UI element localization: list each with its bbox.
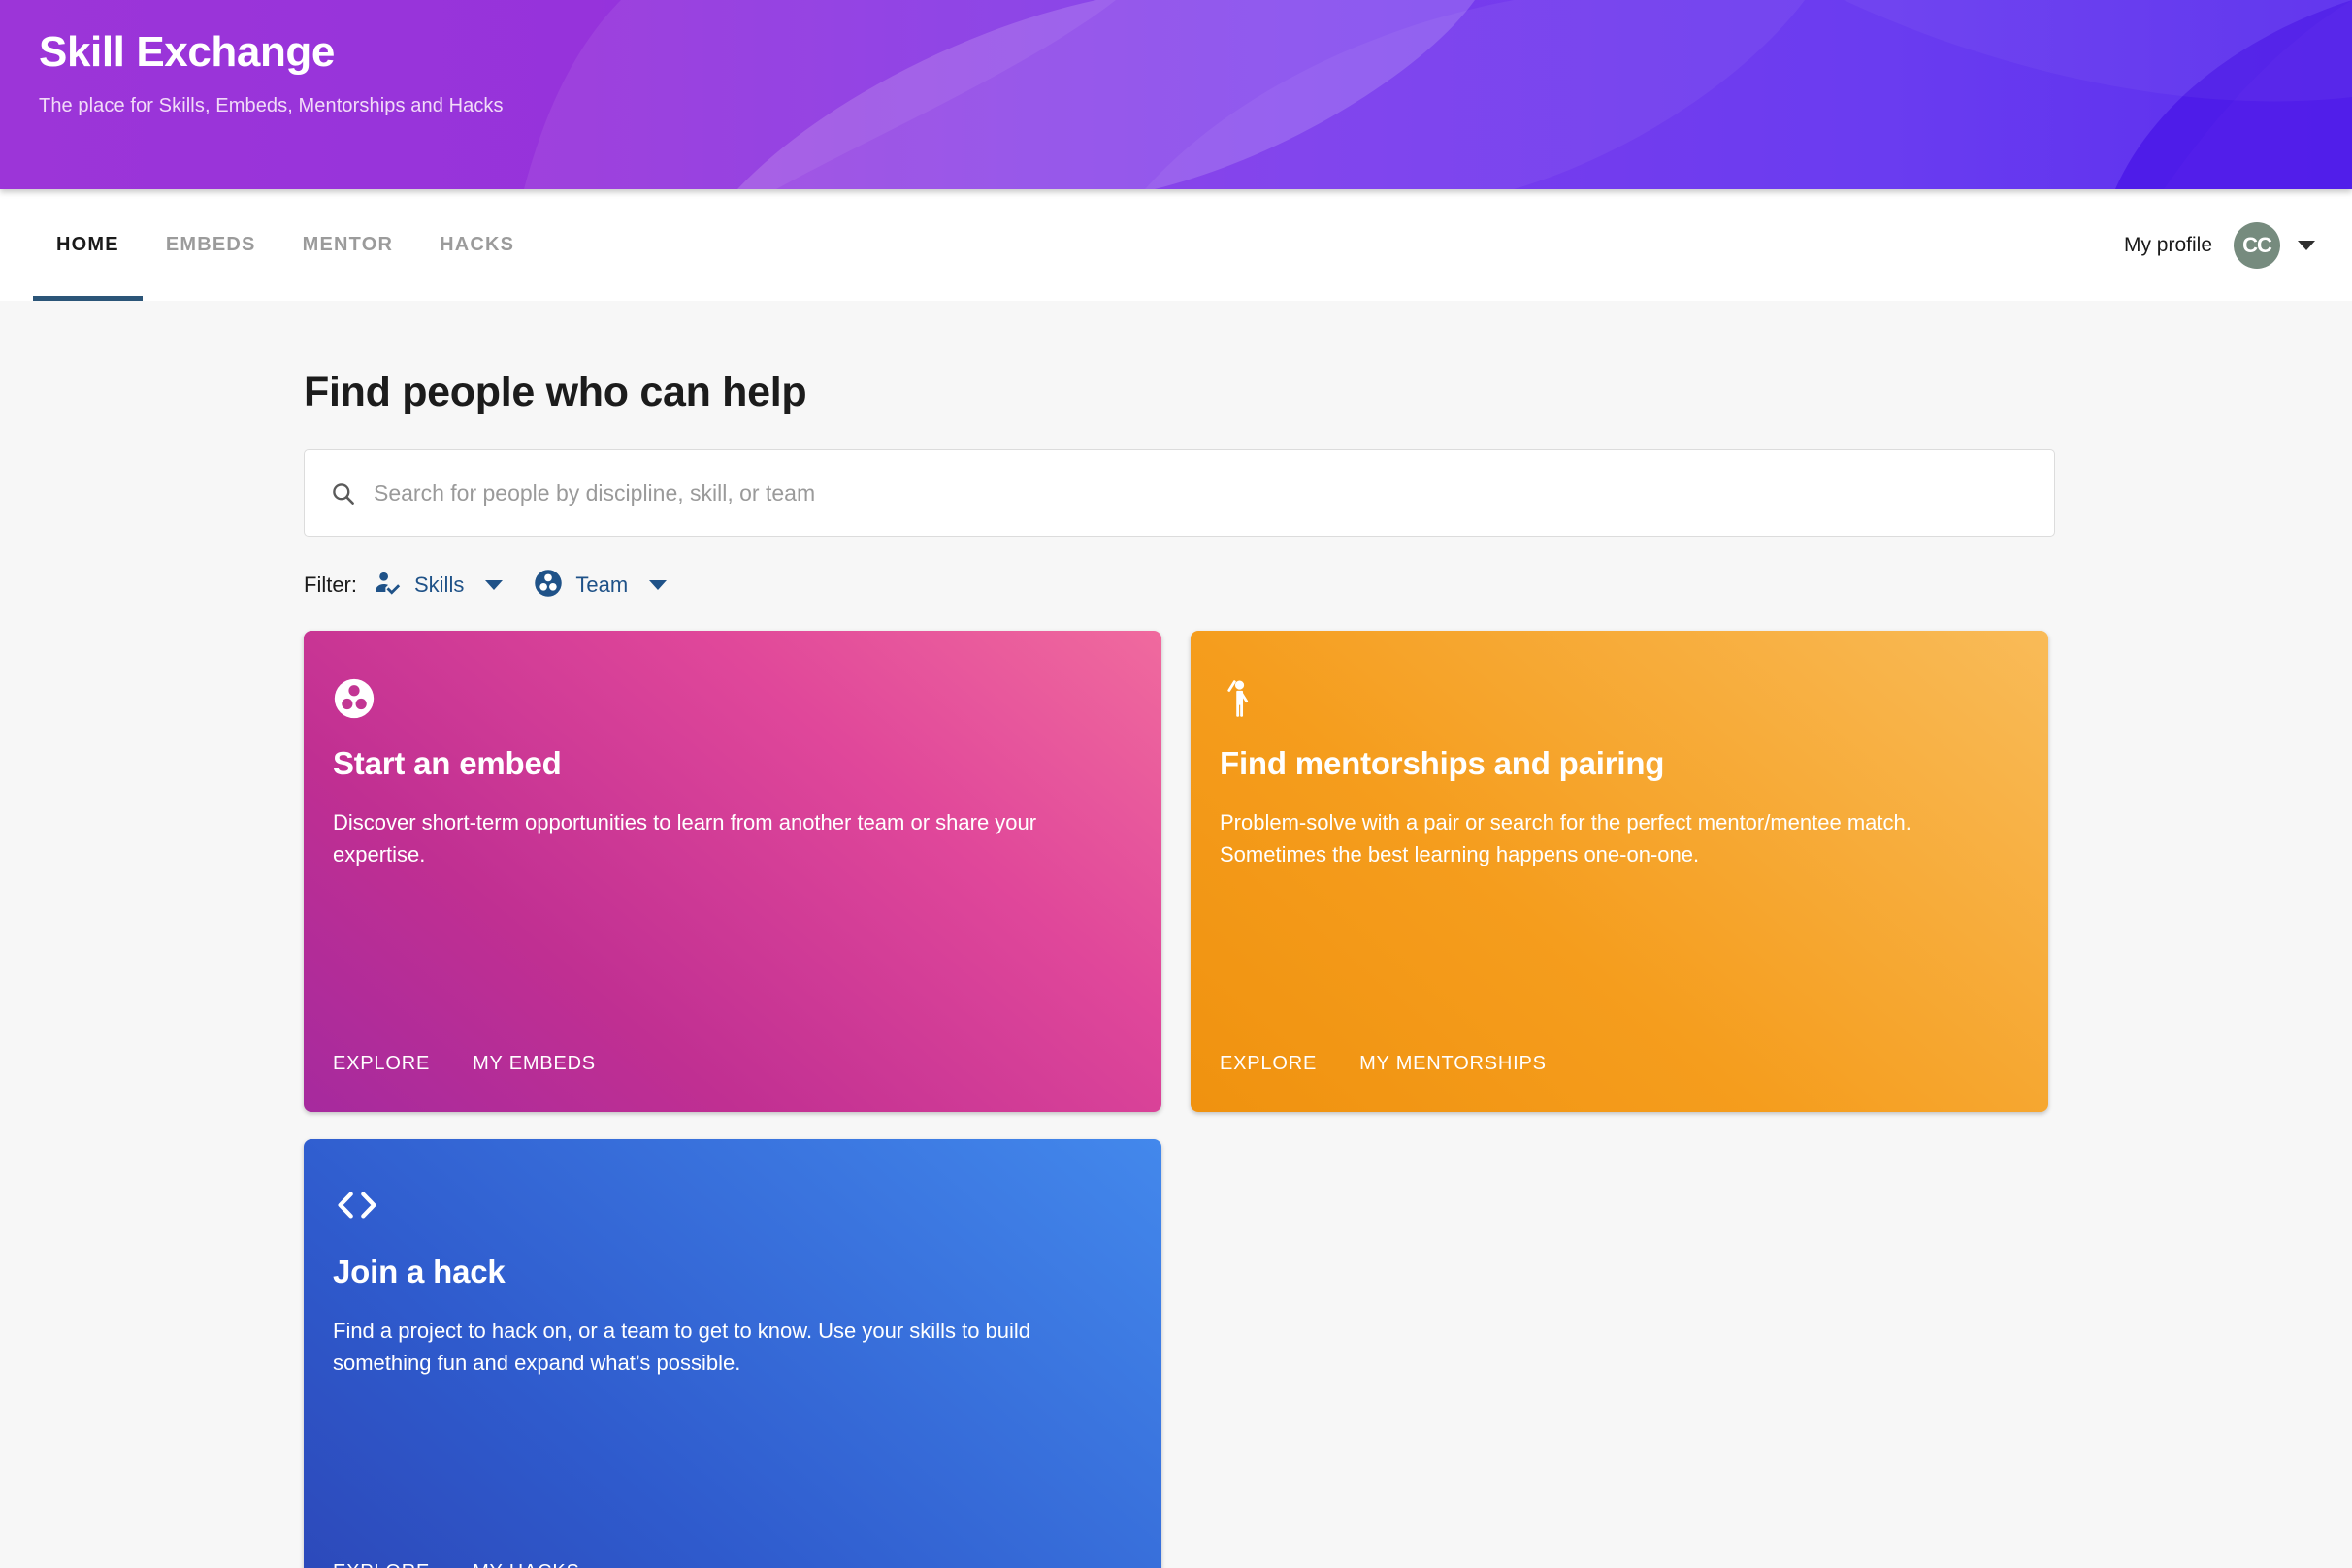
card-actions: EXPLORE MY MENTORSHIPS [1220, 1053, 2019, 1112]
card-start-an-embed[interactable]: Start an embed Discover short-term oppor… [304, 631, 1161, 1112]
nav-tab-list: HOME EMBEDS MENTOR HACKS [0, 189, 538, 301]
card-description: Discover short-term opportunities to lea… [333, 810, 1037, 866]
action-card-grid: Start an embed Discover short-term oppor… [304, 631, 2060, 1568]
chevron-down-icon[interactable] [2298, 240, 2315, 250]
card-title: Find mentorships and pairing [1220, 745, 1665, 781]
tab-home[interactable]: HOME [33, 189, 143, 301]
filter-skills[interactable]: Skills [373, 569, 504, 603]
chevron-down-icon[interactable] [649, 580, 668, 590]
avatar[interactable]: CC [2234, 221, 2280, 269]
person-check-icon [373, 569, 402, 603]
search-icon [330, 480, 356, 506]
code-brackets-icon [333, 1186, 1132, 1228]
card-actions: EXPLORE MY EMBEDS [333, 1053, 1132, 1112]
card-actions: EXPLORE MY HACKS [333, 1561, 1132, 1568]
filter-team[interactable]: Team [534, 569, 668, 603]
tab-mentor[interactable]: MENTOR [279, 189, 417, 301]
tab-hacks[interactable]: HACKS [416, 189, 538, 301]
app-title: Skill Exchange [39, 28, 335, 76]
team-circle-icon [534, 569, 563, 603]
my-embeds-button[interactable]: MY EMBEDS [473, 1053, 596, 1075]
explore-button[interactable]: EXPLORE [333, 1561, 430, 1568]
filter-label: Filter: [304, 572, 357, 597]
card-title: Start an embed [333, 745, 562, 781]
card-find-mentorships[interactable]: Find mentorships and pairing Problem-sol… [1191, 631, 2048, 1112]
person-raising-hand-icon [1220, 677, 2019, 720]
my-mentorships-button[interactable]: MY MENTORSHIPS [1359, 1053, 1547, 1075]
chevron-down-icon[interactable] [485, 580, 504, 590]
app-banner: Skill Exchange The place for Skills, Emb… [0, 0, 2352, 189]
card-description: Problem-solve with a pair or search for … [1220, 810, 1911, 866]
main-content: Find people who can help Filter: [0, 301, 2352, 1568]
card-title: Join a hack [333, 1254, 506, 1290]
tab-embeds[interactable]: EMBEDS [143, 189, 279, 301]
main-navigation-bar: HOME EMBEDS MENTOR HACKS My profile CC [0, 189, 2352, 301]
search-bar[interactable] [304, 449, 2055, 537]
nav-profile-area: My profile CC [2124, 189, 2352, 301]
filter-skills-label: Skills [414, 572, 465, 597]
search-input[interactable] [374, 479, 2029, 506]
filter-team-label: Team [575, 572, 629, 597]
card-join-a-hack[interactable]: Join a hack Find a project to hack on, o… [304, 1139, 1161, 1568]
my-hacks-button[interactable]: MY HACKS [473, 1561, 580, 1568]
filter-row: Filter: Skills Team [304, 566, 2060, 604]
page-title: Find people who can help [304, 369, 807, 415]
team-circle-icon [333, 677, 1132, 720]
card-description: Find a project to hack on, or a team to … [333, 1319, 1031, 1375]
explore-button[interactable]: EXPLORE [333, 1053, 430, 1075]
app-subtitle: The place for Skills, Embeds, Mentorship… [39, 95, 504, 117]
explore-button[interactable]: EXPLORE [1220, 1053, 1317, 1075]
my-profile-link[interactable]: My profile [2124, 234, 2212, 257]
